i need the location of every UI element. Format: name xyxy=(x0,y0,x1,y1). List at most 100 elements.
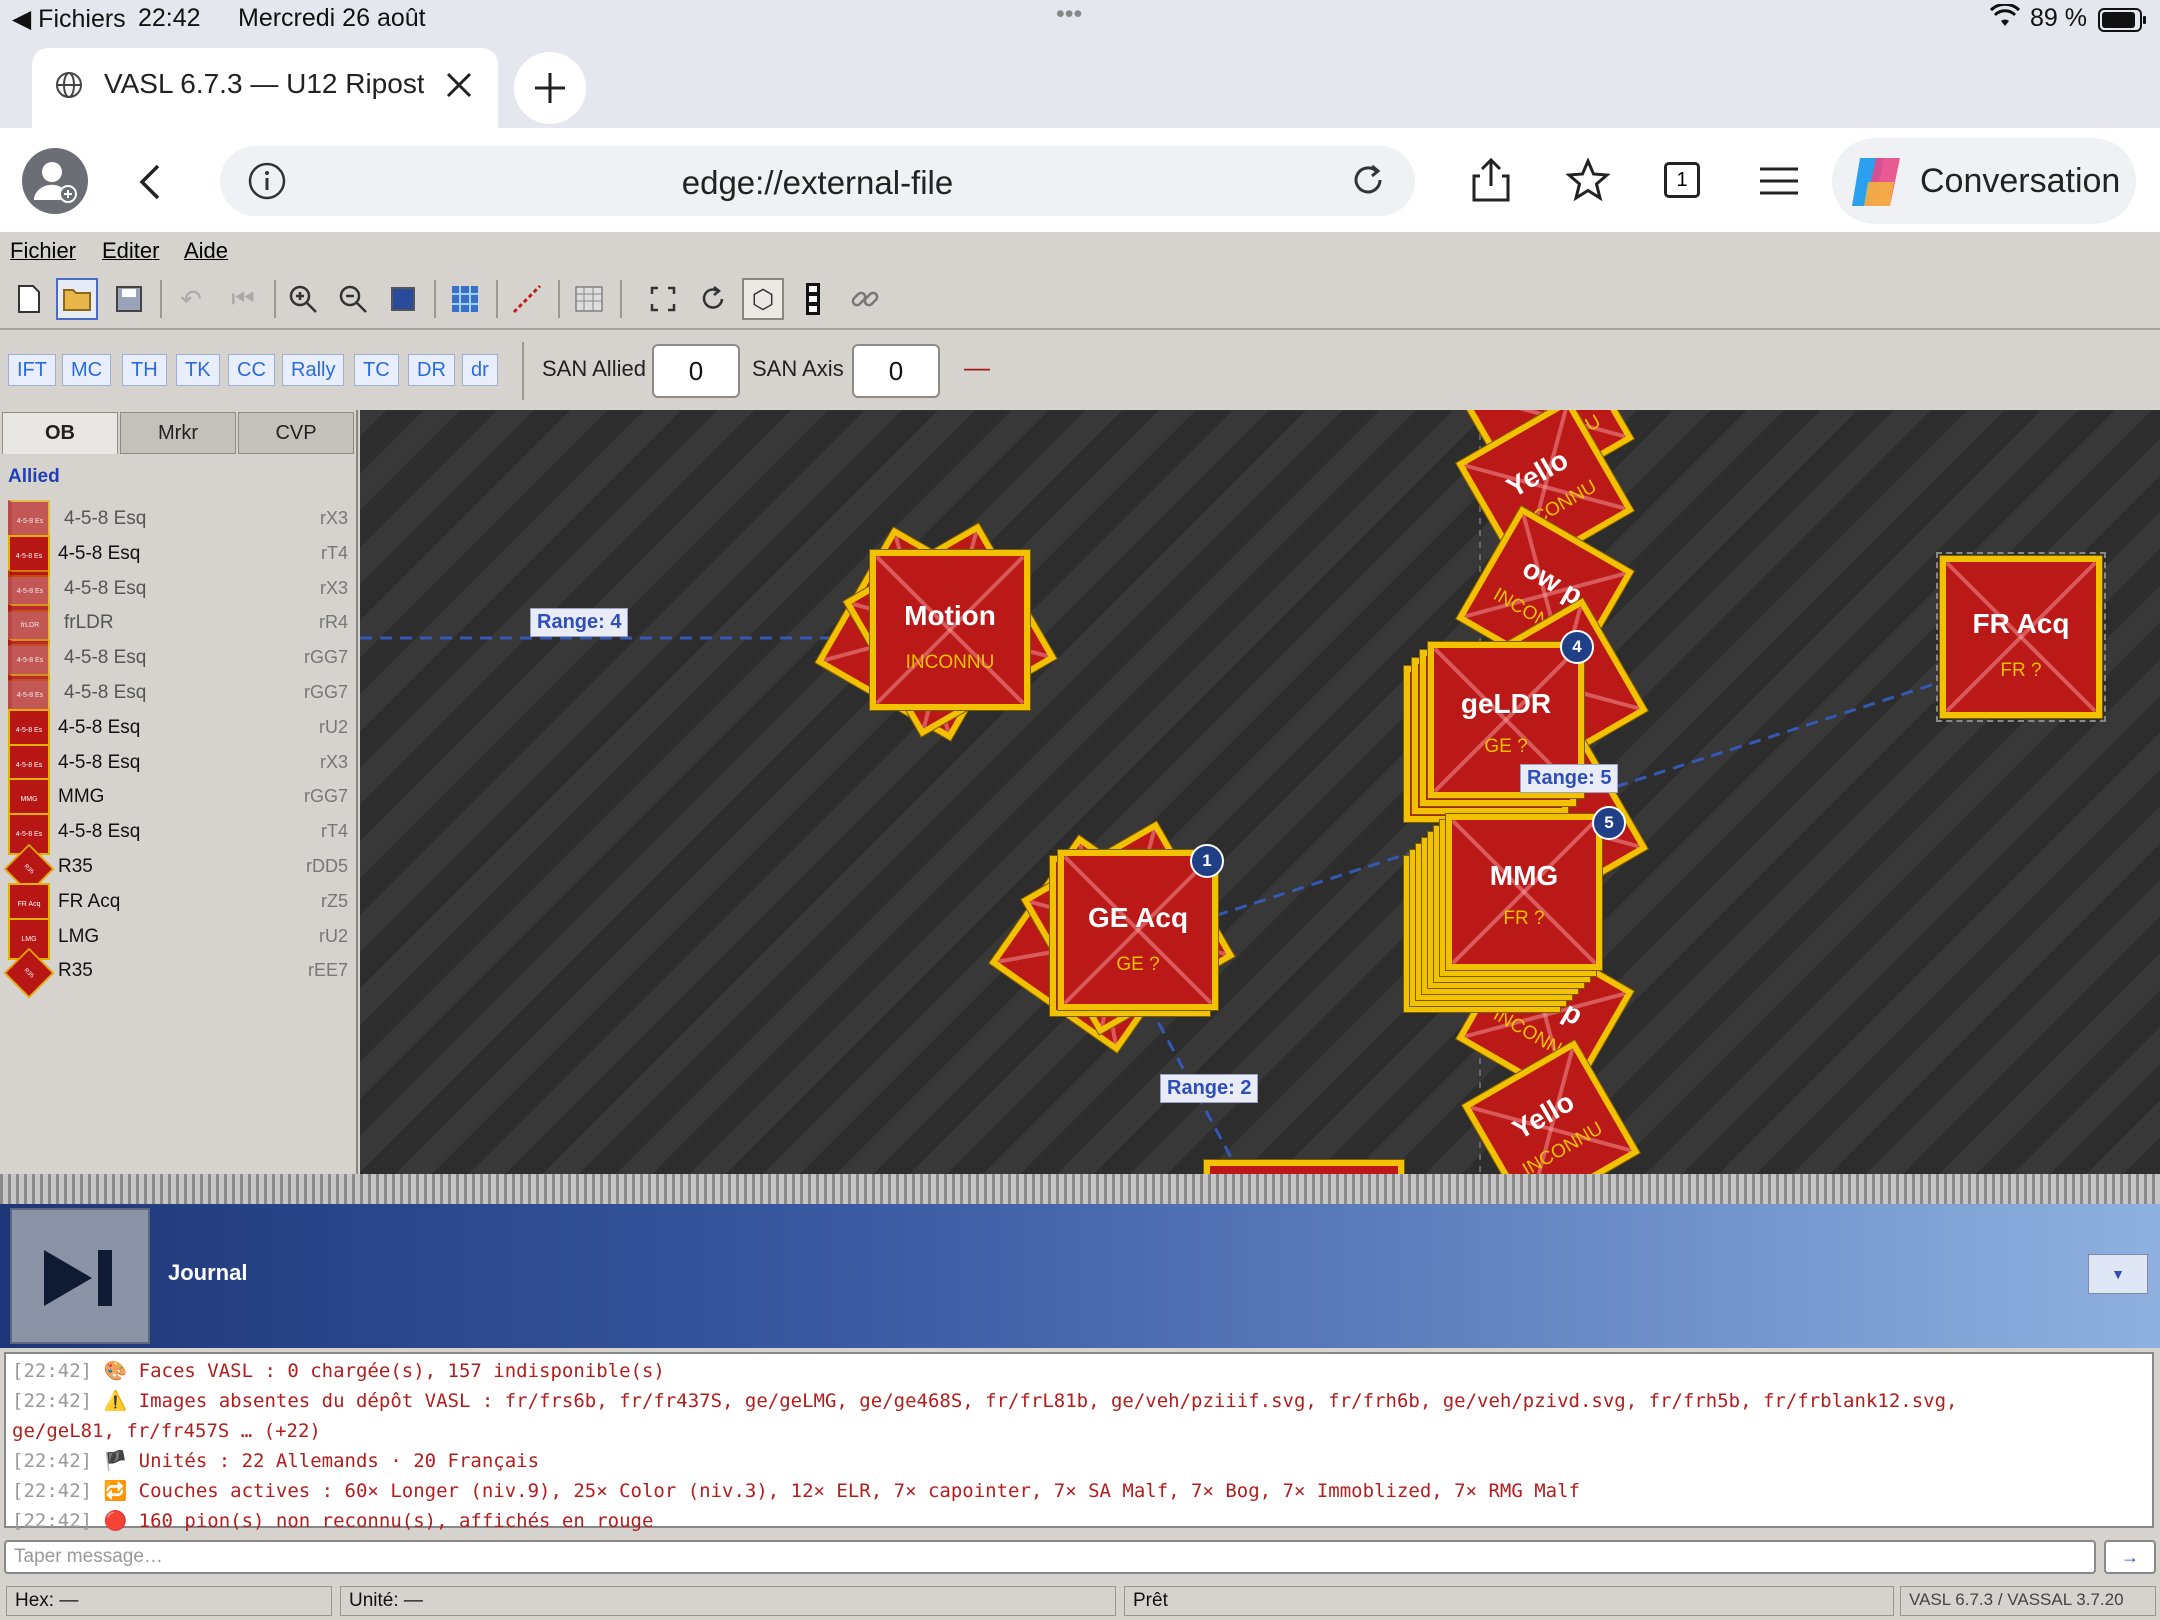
battery-percent: 89 % xyxy=(2030,4,2087,32)
menu-help[interactable]: Aide xyxy=(184,238,228,264)
link-icon[interactable] xyxy=(844,278,886,320)
play-next-icon xyxy=(44,1250,112,1306)
log-line: [22:42] 🎨 Faces VASL : 0 chargée(s), 157… xyxy=(12,1360,665,1382)
tab-title: VASL 6.7.3 — U12 Riposte xyxy=(104,68,424,99)
ios-status-bar: ◀ Fichiers 22:42 Mercredi 26 août ••• 89… xyxy=(0,0,2160,40)
dice-dr-button[interactable]: DR xyxy=(408,354,455,386)
select-region-icon[interactable] xyxy=(642,278,684,320)
counter-stack-icon[interactable] xyxy=(792,278,834,320)
dice-tk-button[interactable]: TK xyxy=(176,354,220,386)
dice-th-button[interactable]: TH xyxy=(122,354,167,386)
journal-title: Journal xyxy=(168,1260,248,1285)
dice-ift-button[interactable]: IFT xyxy=(8,354,56,386)
unit-location: rX3 xyxy=(319,508,348,528)
close-tab-icon[interactable] xyxy=(442,68,476,107)
line-of-sight-icon[interactable] xyxy=(506,278,548,320)
profile-avatar-icon[interactable] xyxy=(22,148,88,214)
unit-location: rDD5 xyxy=(305,856,348,876)
dice-mc-button[interactable]: MC xyxy=(62,354,112,386)
dice-small-dr-button[interactable]: dr xyxy=(462,354,498,386)
new-file-icon[interactable] xyxy=(8,278,50,320)
back-to-files-link[interactable]: ◀ Fichiers xyxy=(12,4,126,34)
status-state: Prêt xyxy=(1124,1586,1894,1616)
unit-location: rZ5 xyxy=(321,890,348,911)
game-map[interactable]: INCONNU Yello INCONNU ow p INCONNU ow p … xyxy=(360,410,2160,1174)
status-bar: Hex: — Unité: — Prêt VASL 6.7.3 / VASSAL… xyxy=(0,1582,2160,1620)
copilot-conversation-button[interactable]: Conversation xyxy=(1832,138,2136,224)
san-allied-label: SAN Allied xyxy=(542,356,646,381)
counter-motion[interactable]: Motion INCONNU xyxy=(870,550,1030,710)
range-label-5: Range: 5 xyxy=(1520,764,1619,793)
dice-cc-button[interactable]: CC xyxy=(228,354,275,386)
back-icon[interactable] xyxy=(136,162,166,207)
step-back-icon[interactable]: ⏮ xyxy=(222,278,264,320)
wifi-icon xyxy=(1989,2,2021,35)
range-label-4: Range: 4 xyxy=(530,608,629,637)
san-indicator: — xyxy=(964,352,990,382)
tab-count-button[interactable]: 1 xyxy=(1664,162,1700,198)
zoom-out-icon[interactable] xyxy=(332,278,374,320)
overview-map-icon[interactable] xyxy=(444,278,486,320)
journal-dropdown-button[interactable]: ▼ xyxy=(2088,1254,2148,1294)
unit-name: FR Acq xyxy=(58,890,121,912)
save-icon[interactable] xyxy=(108,278,150,320)
address-bar[interactable]: edge://external-file xyxy=(220,146,1415,216)
chart-table-icon[interactable] xyxy=(568,278,610,320)
range-lines xyxy=(360,410,2041,1174)
date: Mercredi 26 août xyxy=(238,4,426,32)
stack-count-badge: 1 xyxy=(1190,844,1224,878)
unit-location: rX3 xyxy=(319,751,348,772)
rotate-icon[interactable] xyxy=(692,278,734,320)
tab-cvp[interactable]: CVP xyxy=(238,412,354,454)
send-button[interactable]: → xyxy=(2104,1540,2156,1574)
counter-geacq[interactable]: GE Acq GE ? xyxy=(1058,850,1218,1010)
zoom-in-icon[interactable] xyxy=(282,278,324,320)
unit-location: rR4 xyxy=(318,612,348,633)
unit-location: rEE7 xyxy=(307,960,348,981)
new-tab-button[interactable] xyxy=(514,52,586,124)
counter-mmg[interactable]: MMG FR ? xyxy=(1446,814,1602,970)
log-line: [22:42] 🔴 160 pion(s) non reconnu(s), af… xyxy=(12,1510,654,1532)
san-axis-field[interactable]: 0 xyxy=(852,344,940,398)
unit-row[interactable]: R35 R35 rEE7 xyxy=(3,948,354,999)
panel-splitter[interactable] xyxy=(0,1174,2160,1204)
unit-location: rGG7 xyxy=(303,647,348,668)
status-unit: Unité: — xyxy=(340,1586,1116,1616)
san-allied-field[interactable]: 0 xyxy=(652,344,740,398)
counter-fracq[interactable]: FR Acq FR ? xyxy=(1940,556,2102,718)
unit-location: rU2 xyxy=(318,925,348,946)
tab-ob[interactable]: OB xyxy=(2,412,118,454)
range-label-2: Range: 2 xyxy=(1160,1074,1259,1103)
unit-name: 4-5-8 Esq xyxy=(58,751,141,773)
unit-name: frLDR xyxy=(64,612,114,634)
counter-partial-bottom[interactable] xyxy=(1204,1160,1404,1174)
browser-address-row: edge://external-file 1 Conversation xyxy=(0,128,2160,232)
message-input[interactable]: Taper message… xyxy=(4,1540,2096,1574)
reload-icon[interactable] xyxy=(1348,160,1388,205)
hex-grid-toggle-icon[interactable]: ⬡ xyxy=(742,278,784,320)
unit-counter-thumbnail: R35 xyxy=(3,948,55,999)
tab-markers[interactable]: Mrkr xyxy=(120,412,236,454)
unit-name: 4-5-8 Esq xyxy=(64,682,147,703)
browser-tab[interactable]: VASL 6.7.3 — U12 Riposte xyxy=(32,48,498,128)
dice-rally-button[interactable]: Rally xyxy=(282,354,345,386)
step-forward-button[interactable] xyxy=(10,1208,150,1344)
multitask-dots[interactable]: ••• xyxy=(1056,0,1082,29)
clock: 22:42 xyxy=(138,4,201,32)
undo-icon[interactable]: ↶ xyxy=(170,278,212,320)
unit-name: R35 xyxy=(58,856,93,877)
share-icon[interactable] xyxy=(1470,157,1512,207)
dice-tc-button[interactable]: TC xyxy=(354,354,399,386)
menu-hamburger-icon[interactable] xyxy=(1758,166,1800,201)
menu-file[interactable]: Fichier xyxy=(10,238,76,264)
favorite-star-icon[interactable] xyxy=(1565,157,1611,207)
copilot-icon xyxy=(1846,154,1908,219)
unit-name: 4-5-8 Esq xyxy=(64,577,147,599)
fit-zoom-icon[interactable] xyxy=(382,278,424,320)
unit-location: rX3 xyxy=(319,577,348,598)
menu-edit[interactable]: Editer xyxy=(102,238,159,264)
unit-location: rGG7 xyxy=(303,682,348,702)
globe-icon xyxy=(54,70,84,105)
log-line: [22:42] ⚠️ Images absentes du dépôt VASL… xyxy=(12,1390,1958,1442)
open-folder-icon[interactable] xyxy=(56,278,98,320)
